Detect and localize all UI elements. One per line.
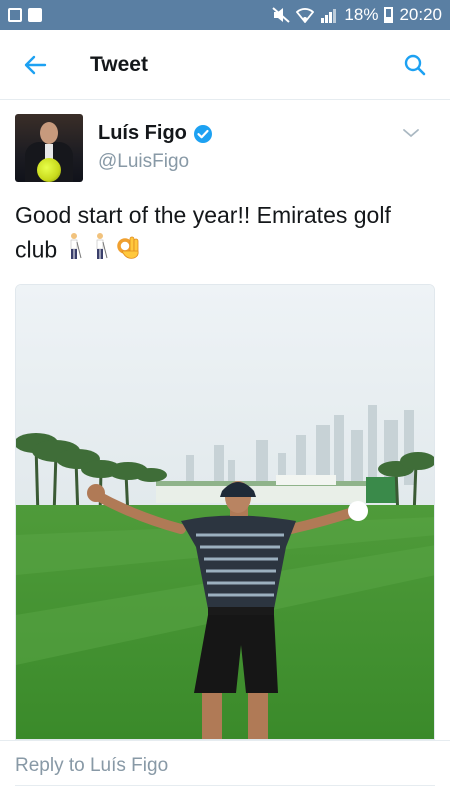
search-icon bbox=[404, 54, 426, 75]
ok-hand-emoji bbox=[116, 233, 142, 270]
gallery-icon bbox=[8, 8, 22, 22]
verified-badge-icon bbox=[193, 124, 212, 143]
page-title: Tweet bbox=[90, 52, 148, 76]
wifi-icon bbox=[296, 8, 315, 23]
golfer-emoji bbox=[90, 232, 110, 271]
author-handle[interactable]: @LuisFigo bbox=[98, 151, 213, 173]
reply-bar: Reply to Luís Figo bbox=[0, 740, 450, 800]
avatar[interactable] bbox=[15, 114, 83, 182]
golfer-emoji bbox=[64, 232, 84, 271]
reply-input[interactable]: Reply to Luís Figo bbox=[15, 755, 435, 786]
battery-percent: 18% bbox=[344, 5, 379, 24]
search-button[interactable] bbox=[380, 30, 450, 100]
clock: 20:20 bbox=[399, 5, 442, 24]
back-arrow-icon bbox=[24, 55, 47, 74]
battery-icon bbox=[384, 7, 394, 23]
tweet-author[interactable]: Luís Figo @LuisFigo bbox=[15, 114, 435, 184]
status-bar: 18% 20:20 bbox=[0, 0, 450, 30]
app-bar: Tweet bbox=[0, 30, 450, 100]
mute-icon bbox=[272, 7, 291, 23]
flipboard-icon bbox=[28, 8, 42, 22]
author-name[interactable]: Luís Figo bbox=[98, 122, 187, 145]
signal-icon bbox=[321, 9, 337, 23]
tweet-text: Good start of the year!! Emirates golf c… bbox=[15, 198, 435, 271]
back-button[interactable] bbox=[0, 30, 70, 100]
chevron-down-icon[interactable] bbox=[399, 124, 423, 142]
tweet-photo[interactable] bbox=[15, 284, 435, 740]
